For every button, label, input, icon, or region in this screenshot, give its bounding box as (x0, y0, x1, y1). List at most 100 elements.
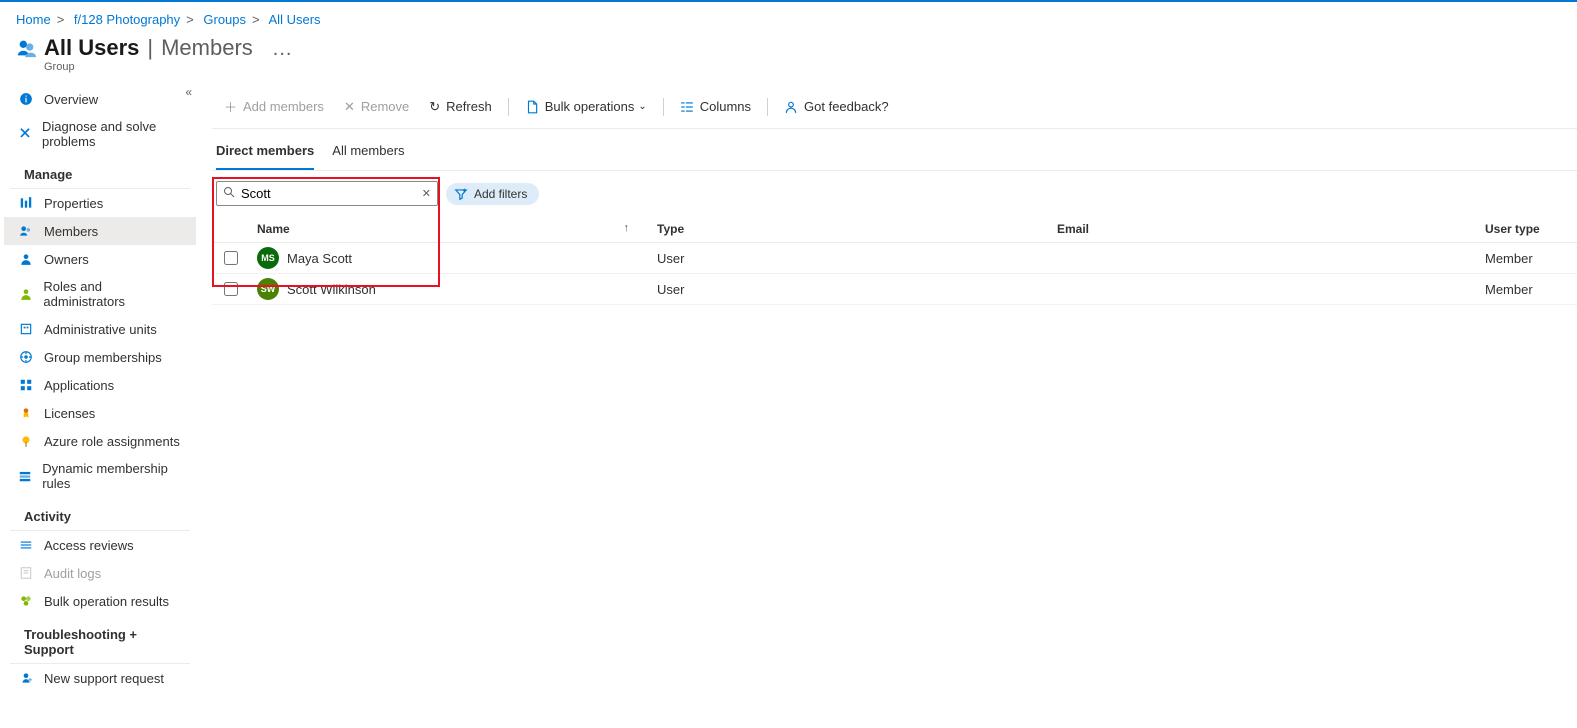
group-icon (16, 37, 38, 59)
diagnose-icon (18, 126, 32, 142)
sidebar-section-header: Activity (10, 501, 190, 531)
member-usertype: Member (1477, 274, 1577, 305)
sidebar-item-label: Overview (44, 92, 98, 107)
sidebar-item-azure-role-assignments[interactable]: Azure role assignments (4, 427, 196, 455)
sidebar: « Overview Diagnose and solve problems Ma… (0, 85, 200, 692)
sidebar-item-administrative-units[interactable]: Administrative units (4, 315, 196, 343)
sidebar-item-label: Members (44, 224, 98, 239)
page-header: All Users | Members ... Group (0, 33, 1577, 85)
add-filters-button[interactable]: Add filters (446, 183, 539, 205)
breadcrumb-link-org[interactable]: f/128 Photography (74, 12, 180, 27)
sidebar-section-header: Troubleshooting + Support (10, 619, 190, 664)
breadcrumb-link-home[interactable]: Home (16, 12, 51, 27)
sidebar-item-new-support-request[interactable]: New support request (4, 664, 196, 692)
table-header-select (212, 216, 249, 243)
audit-icon (18, 565, 34, 581)
apps-icon (18, 377, 34, 393)
collapse-sidebar-button[interactable]: « (185, 85, 192, 99)
sidebar-item-dynamic-membership-rules[interactable]: Dynamic membership rules (4, 455, 196, 497)
table-header-type[interactable]: Type (649, 216, 1049, 243)
sidebar-item-label: Group memberships (44, 350, 162, 365)
avatar: MS (257, 247, 279, 269)
members-table: Name ↑ Type Email User type MSMaya Scott… (212, 216, 1577, 305)
properties-icon (18, 195, 34, 211)
support-icon (18, 670, 34, 686)
sidebar-item-label: Owners (44, 252, 89, 267)
bulk-ops-button[interactable]: Bulk operations ⌄ (517, 95, 655, 118)
page-subtitle: Group (44, 61, 292, 73)
tab-all-members[interactable]: All members (332, 139, 404, 170)
search-icon (223, 186, 235, 201)
sidebar-item-label: Properties (44, 196, 103, 211)
sidebar-item-licenses[interactable]: Licenses (4, 399, 196, 427)
member-usertype: Member (1477, 243, 1577, 274)
sidebar-item-bulk-operation-results[interactable]: Bulk operation results (4, 587, 196, 615)
filter-icon (454, 187, 468, 201)
avatar: SW (257, 278, 279, 300)
member-name: Scott Wilkinson (287, 282, 376, 297)
table-row[interactable]: MSMaya ScottUserMember (212, 243, 1577, 274)
owners-icon (18, 251, 34, 267)
sidebar-item-properties[interactable]: Properties (4, 189, 196, 217)
breadcrumb-link-current[interactable]: All Users (269, 12, 321, 27)
columns-icon (680, 100, 694, 114)
sidebar-item-group-memberships[interactable]: Group memberships (4, 343, 196, 371)
table-header-usertype[interactable]: User type (1477, 216, 1577, 243)
bulkres-icon (18, 593, 34, 609)
sidebar-item-label: Bulk operation results (44, 594, 169, 609)
sidebar-item-roles-and-administrators[interactable]: Roles and administrators (4, 273, 196, 315)
breadcrumb: Home> f/128 Photography> Groups> All Use… (0, 2, 1577, 33)
sidebar-item-label: Audit logs (44, 566, 101, 581)
search-input[interactable] (239, 185, 422, 202)
sidebar-item-label: New support request (44, 671, 164, 686)
members-icon (18, 223, 34, 239)
member-type: User (649, 274, 1049, 305)
file-icon (525, 100, 539, 114)
main-content: ＋ Add members ✕ Remove ↻ Refresh Bulk op… (200, 85, 1577, 692)
breadcrumb-link-groups[interactable]: Groups (203, 12, 246, 27)
sidebar-item-label: Diagnose and solve problems (42, 119, 182, 149)
table-header-name[interactable]: Name ↑ (249, 216, 649, 243)
sidebar-section-header: Manage (10, 159, 190, 189)
sidebar-item-applications[interactable]: Applications (4, 371, 196, 399)
feedback-button[interactable]: Got feedback? (776, 95, 897, 118)
more-actions-button[interactable]: ... (273, 38, 293, 61)
sidebar-item-access-reviews[interactable]: Access reviews (4, 531, 196, 559)
adminunits-icon (18, 321, 34, 337)
azurerole-icon (18, 433, 34, 449)
member-type: User (649, 243, 1049, 274)
sidebar-item-label: Dynamic membership rules (42, 461, 182, 491)
info-icon (18, 91, 34, 107)
clear-search-button[interactable]: ✕ (422, 187, 431, 200)
row-checkbox[interactable] (224, 251, 238, 265)
chevron-down-icon: ⌄ (638, 101, 646, 112)
columns-button[interactable]: Columns (672, 95, 759, 118)
sidebar-item-label: Applications (44, 378, 114, 393)
dynamic-icon (18, 468, 32, 484)
plus-icon: ＋ (224, 97, 237, 116)
licenses-icon (18, 405, 34, 421)
page-title-section: Members (161, 35, 253, 61)
sidebar-item-members[interactable]: Members (4, 217, 196, 245)
sidebar-item-owners[interactable]: Owners (4, 245, 196, 273)
access-icon (18, 537, 34, 553)
refresh-button[interactable]: ↻ Refresh (421, 95, 499, 119)
roles-icon (18, 286, 33, 302)
sort-icon: ↑ (624, 222, 630, 234)
sidebar-item-label: Licenses (44, 406, 95, 421)
sidebar-item-label: Administrative units (44, 322, 157, 337)
member-email (1049, 274, 1477, 305)
sidebar-item-audit-logs: Audit logs (4, 559, 196, 587)
table-header-email[interactable]: Email (1049, 216, 1477, 243)
add-members-button[interactable]: ＋ Add members (216, 93, 332, 120)
sidebar-item-diagnose-and-solve-problems[interactable]: Diagnose and solve problems (4, 113, 196, 155)
row-checkbox[interactable] (224, 282, 238, 296)
x-icon: ✕ (344, 99, 355, 115)
refresh-icon: ↻ (429, 99, 440, 115)
remove-button[interactable]: ✕ Remove (336, 95, 417, 119)
sidebar-item-overview[interactable]: Overview (4, 85, 196, 113)
table-row[interactable]: SW Scott Wilkinson User Member (212, 274, 1577, 305)
search-box[interactable]: ✕ (216, 181, 438, 206)
member-tabs: Direct members All members (212, 129, 1577, 171)
tab-direct-members[interactable]: Direct members (216, 139, 314, 170)
